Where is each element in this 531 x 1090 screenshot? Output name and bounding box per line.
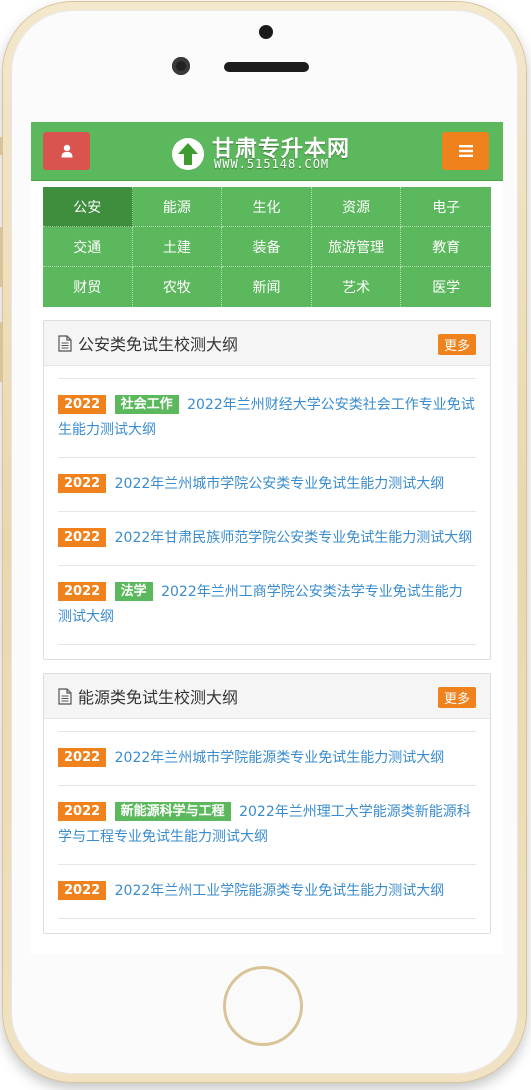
more-button[interactable]: 更多: [437, 334, 476, 355]
nav-item-tujian[interactable]: 土建: [132, 227, 223, 267]
site-header: 甘肃专升本网 WWW.515148.COM: [31, 122, 503, 181]
list-item[interactable]: 2022 新能源科学与工程 2022年兰州理工大学能源类新能源科学与工程专业免试…: [58, 785, 476, 864]
user-button[interactable]: [43, 132, 90, 170]
article-link[interactable]: 2022年兰州城市学院公安类专业免试生能力测试大纲: [115, 476, 445, 492]
document-icon: [58, 687, 72, 705]
list-item[interactable]: 2022 2022年兰州城市学院能源类专业免试生能力测试大纲: [58, 731, 476, 785]
list-item[interactable]: 2022 2022年兰州工业学院能源类专业免试生能力测试大纲: [58, 864, 476, 919]
nav-item-yixue[interactable]: 医学: [401, 267, 491, 307]
year-badge: 2022: [58, 748, 107, 767]
major-tag[interactable]: 新能源科学与工程: [114, 802, 231, 821]
screen: 甘肃专升本网 WWW.515148.COM 公安 能源 生化 资源 电子 交通 …: [31, 122, 503, 954]
front-camera: [172, 57, 190, 75]
user-icon: [61, 144, 72, 158]
nav-item-nongmu[interactable]: 农牧: [133, 267, 223, 307]
document-icon: [58, 334, 72, 352]
year-badge: 2022: [58, 474, 107, 493]
nav-item-nengyuan[interactable]: 能源: [132, 187, 223, 227]
home-button[interactable]: [223, 966, 303, 1046]
year-badge: 2022: [58, 802, 107, 821]
nav-item-yishu[interactable]: 艺术: [312, 267, 402, 307]
article-link[interactable]: 2022年甘肃民族师范学院公安类专业免试生能力测试大纲: [115, 530, 473, 546]
nav-item-shenghua[interactable]: 生化: [222, 187, 312, 227]
article-link[interactable]: 2022年兰州城市学院能源类专业免试生能力测试大纲: [115, 750, 445, 766]
list-item[interactable]: 2022 社会工作 2022年兰州财经大学公安类社会工作专业免试生能力测试大纲: [58, 378, 476, 457]
major-tag[interactable]: 法学: [114, 582, 153, 601]
mute-switch: [0, 137, 3, 155]
panel-title: 公安类免试生校测大纲: [78, 335, 239, 354]
panel-gongan: 公安类免试生校测大纲 更多 2022 社会工作 2022年兰州财经大学公安类社会…: [43, 320, 491, 660]
nav-item-gongan[interactable]: 公安: [43, 187, 133, 227]
major-tag[interactable]: 社会工作: [114, 395, 179, 414]
year-badge: 2022: [58, 881, 107, 900]
nav-item-caimao[interactable]: 财贸: [43, 267, 133, 307]
article-link[interactable]: 2022年兰州工业学院能源类专业免试生能力测试大纲: [115, 883, 445, 899]
year-badge: 2022: [58, 582, 107, 601]
nav-item-zhuangbei[interactable]: 装备: [222, 227, 312, 267]
year-badge: 2022: [58, 528, 107, 547]
proximity-sensor: [259, 25, 273, 39]
panel-nengyuan: 能源类免试生校测大纲 更多 2022 2022年兰州城市学院能源类专业免试生能力…: [43, 673, 491, 934]
menu-button[interactable]: [442, 132, 489, 170]
panel-header: 公安类免试生校测大纲 更多: [44, 321, 490, 366]
nav-item-jiaoyu[interactable]: 教育: [401, 227, 491, 267]
volume-down-button: [0, 322, 3, 382]
article-list: 2022 2022年兰州城市学院能源类专业免试生能力测试大纲 2022 新能源科…: [58, 731, 476, 933]
panel-title: 能源类免试生校测大纲: [78, 688, 239, 707]
site-url: WWW.515148.COM: [214, 157, 330, 171]
list-item[interactable]: 2022 2022年兰州城市学院公安类专业免试生能力测试大纲: [58, 457, 476, 511]
volume-up-button: [0, 227, 3, 287]
list-item[interactable]: 2022 2022年甘肃民族师范学院公安类专业免试生能力测试大纲: [58, 511, 476, 565]
site-logo[interactable]: 甘肃专升本网 WWW.515148.COM: [172, 130, 372, 174]
hamburger-menu-icon: [458, 145, 473, 157]
category-nav: 公安 能源 生化 资源 电子 交通 土建 装备 旅游管理 教育 财贸 农牧 新闻…: [43, 187, 491, 307]
earpiece-speaker: [224, 62, 309, 72]
year-badge: 2022: [58, 395, 107, 414]
article-list: 2022 社会工作 2022年兰州财经大学公安类社会工作专业免试生能力测试大纲 …: [58, 378, 476, 659]
list-item[interactable]: 2022 法学 2022年兰州工商学院公安类法学专业免试生能力测试大纲: [58, 565, 476, 645]
nav-item-ziyuan[interactable]: 资源: [311, 187, 402, 227]
nav-item-jiaotong[interactable]: 交通: [43, 227, 133, 267]
nav-item-dianzi[interactable]: 电子: [401, 187, 491, 227]
nav-item-lvyouguanli[interactable]: 旅游管理: [311, 227, 402, 267]
panel-header: 能源类免试生校测大纲 更多: [44, 674, 490, 719]
nav-item-xinwen[interactable]: 新闻: [222, 267, 312, 307]
more-button[interactable]: 更多: [437, 687, 476, 708]
upload-arrow-icon: [172, 138, 204, 170]
